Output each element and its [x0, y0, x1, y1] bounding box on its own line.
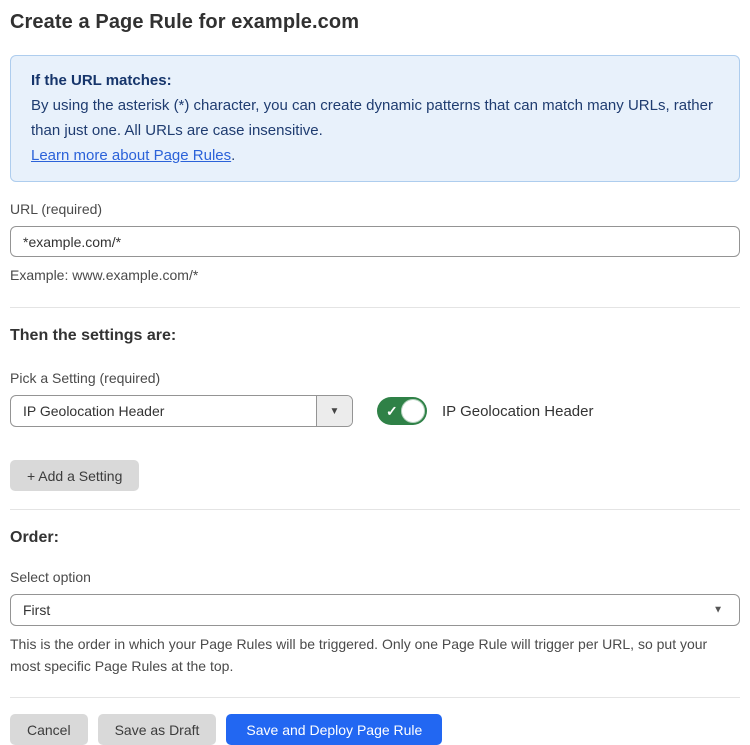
url-match-info-box: If the URL matches: By using the asteris… [10, 55, 740, 182]
save-as-draft-button[interactable]: Save as Draft [98, 714, 217, 745]
divider [10, 509, 740, 510]
chevron-down-icon: ▼ [330, 406, 340, 417]
info-box-link-line: Learn more about Page Rules. [31, 143, 719, 168]
geolocation-toggle[interactable]: ✓ [377, 397, 427, 425]
check-icon: ✓ [386, 404, 398, 418]
info-box-heading: If the URL matches: [31, 68, 719, 93]
order-select[interactable]: First ▼ [10, 594, 740, 626]
setting-dropdown-value: IP Geolocation Header [11, 396, 316, 426]
url-example-helper: Example: www.example.com/* [10, 265, 740, 286]
setting-dropdown[interactable]: IP Geolocation Header ▼ [10, 395, 353, 427]
page-title: Create a Page Rule for example.com [10, 11, 740, 34]
save-and-deploy-button[interactable]: Save and Deploy Page Rule [226, 714, 442, 745]
info-box-body-text: By using the asterisk (*) character, you… [31, 97, 713, 139]
url-field-label: URL (required) [10, 201, 740, 217]
chevron-down-icon: ▼ [713, 605, 723, 616]
setting-row: IP Geolocation Header ▼ ✓ IP Geolocation… [10, 395, 740, 427]
toggle-label: IP Geolocation Header [442, 403, 594, 420]
settings-section-heading: Then the settings are: [10, 327, 740, 345]
divider [10, 697, 740, 698]
order-select-value: First [23, 602, 50, 618]
create-page-rule-form: Create a Page Rule for example.com If th… [0, 0, 750, 745]
link-suffix: . [231, 147, 235, 164]
cancel-button[interactable]: Cancel [10, 714, 88, 745]
dropdown-arrow-button[interactable]: ▼ [316, 396, 352, 426]
geolocation-toggle-group: ✓ IP Geolocation Header [377, 397, 594, 425]
divider [10, 307, 740, 308]
url-input[interactable] [10, 226, 740, 257]
order-section-heading: Order: [10, 529, 740, 547]
select-option-label: Select option [10, 569, 740, 585]
order-helper-text: This is the order in which your Page Rul… [10, 633, 735, 677]
pick-setting-label: Pick a Setting (required) [10, 370, 740, 386]
footer-actions: Cancel Save as Draft Save and Deploy Pag… [10, 714, 740, 745]
add-setting-button[interactable]: + Add a Setting [10, 460, 139, 491]
info-box-body: By using the asterisk (*) character, you… [31, 93, 719, 143]
learn-more-link[interactable]: Learn more about Page Rules [31, 147, 231, 164]
toggle-knob [401, 399, 425, 423]
